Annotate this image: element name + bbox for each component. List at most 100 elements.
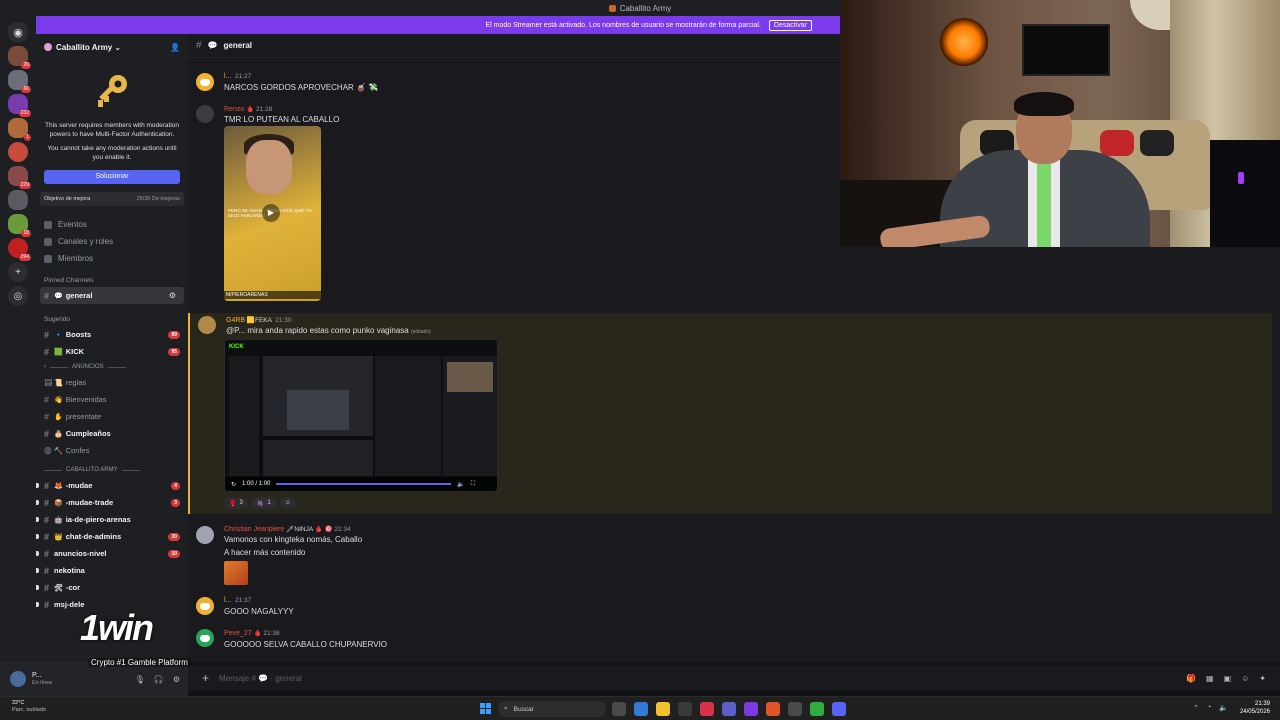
server-icon[interactable]: 232 — [8, 94, 31, 117]
video-progress[interactable] — [276, 483, 452, 485]
author-name[interactable]: l... — [224, 597, 231, 604]
category-label: CABALLITO ARMY — [66, 467, 118, 473]
obs-icon[interactable] — [788, 702, 802, 716]
channel-confes[interactable]: ◍ 🔨 Confes — [36, 442, 188, 459]
channel-boosts[interactable]: # 🔹 Boosts 89 — [36, 326, 188, 343]
task-view-icon[interactable] — [612, 702, 626, 716]
server-icon[interactable] — [8, 190, 28, 210]
server-icon[interactable]: 66 — [8, 70, 31, 93]
taskbar-search[interactable]: ⌕ Buscar — [498, 701, 606, 717]
mention-badge: 26 — [21, 62, 31, 69]
gif-icon[interactable]: ▦ — [1206, 674, 1214, 683]
nav-channels-roles[interactable]: Canales y roles — [44, 233, 180, 250]
channel-presentate[interactable]: # ✋ presentate — [36, 408, 188, 425]
server-icon-active[interactable] — [8, 142, 28, 162]
reaction[interactable]: 🍇 1 — [251, 497, 276, 509]
windows-start-icon[interactable] — [480, 703, 491, 714]
mic-icon[interactable]: 🎙 — [135, 675, 145, 684]
server-icon[interactable]: 294 — [8, 238, 31, 261]
settings-icon[interactable]: ⚙ — [169, 291, 176, 300]
weather-widget[interactable]: 22°C Parc. nublado — [12, 700, 46, 714]
app-icon[interactable] — [744, 702, 758, 716]
pc-tower — [1210, 140, 1280, 247]
add-server-button[interactable]: + — [8, 262, 28, 282]
message-composer[interactable]: + Mensaje # 💬 · general 🎁 ▦ ▣ ☺ ✦ — [188, 666, 1280, 690]
headphones-icon[interactable]: 🎧 — [154, 675, 164, 684]
play-icon[interactable]: ▶ — [262, 204, 280, 222]
message: Christian Jeanpiere 🗡NINJA 🩸 🎯 21:34 Vam… — [188, 523, 1280, 559]
hash-icon: # — [44, 480, 50, 491]
user-name: P... — [32, 672, 42, 679]
clock[interactable]: 21:39 24/05/2026 — [1240, 700, 1270, 716]
chevron-up-icon[interactable]: ⌃ — [1193, 704, 1199, 712]
kick-icon[interactable] — [810, 702, 824, 716]
app-icon[interactable] — [700, 702, 714, 716]
avatar[interactable] — [10, 671, 26, 687]
volume-icon[interactable]: 🔈 — [1219, 704, 1228, 712]
avatar[interactable] — [196, 73, 214, 91]
channel-cumpleanos[interactable]: # 🎂 Cumpleaños — [36, 425, 188, 442]
sticker[interactable] — [224, 561, 248, 585]
file-explorer-icon[interactable] — [656, 702, 670, 716]
avatar[interactable] — [196, 105, 214, 123]
channel-anuncios-nivel[interactable]: # anuncios-nivel 10 — [36, 545, 188, 562]
author-name[interactable]: G4RB — [226, 317, 245, 324]
diamond-icon: 🔹 — [54, 331, 63, 339]
message: Peve_27 🩸 21:38 GOOOOO SELVA CABALLO CHU… — [188, 629, 1280, 653]
channel-nekotina[interactable]: # nekotina — [36, 562, 188, 579]
channel-ia-de-piero-arenas[interactable]: # 🤖 ia-de-piero-arenas — [36, 511, 188, 528]
replay-icon[interactable]: ↻ — [231, 481, 236, 488]
video-embed-screenshot[interactable]: KICK ↻ 1:00 / 1:00 🔈 ⛶ — [224, 339, 498, 492]
channel-chat-de-admins[interactable]: # 👑 chat-de-admins 30 — [36, 528, 188, 545]
disable-streamer-button[interactable]: Desactivar — [768, 19, 812, 31]
fix-mfa-button[interactable]: Solucionar — [44, 170, 180, 184]
channel-name: -mudae-trade — [65, 498, 114, 507]
server-icon[interactable]: 18 — [8, 214, 31, 237]
category-anuncios[interactable]: › ANUNCIOS — [36, 360, 188, 374]
server-icon[interactable]: 26 — [8, 46, 31, 69]
reaction[interactable]: 🥊 3 — [224, 497, 248, 509]
discord-icon[interactable] — [832, 702, 846, 716]
apps-icon[interactable]: ✦ — [1259, 674, 1266, 683]
server-header[interactable]: Caballito Army ⌄ 👤 — [36, 34, 188, 60]
invite-icon[interactable]: 👤 — [170, 43, 180, 52]
volume-icon[interactable]: 🔈 — [457, 481, 464, 488]
nav-events[interactable]: Eventos — [44, 216, 180, 233]
app-icon[interactable] — [678, 702, 692, 716]
channel-general[interactable]: # 💬 general ⚙ — [40, 287, 184, 304]
author-name[interactable]: l... — [224, 73, 231, 80]
channel-kick[interactable]: # 🟩 KICK 95 — [36, 343, 188, 360]
home-button[interactable]: ◉ — [8, 22, 28, 42]
brave-icon[interactable] — [766, 702, 780, 716]
author-name[interactable]: Christian Jeanpiere — [224, 526, 284, 533]
category-caballito[interactable]: CABALLITO ARMY — [36, 463, 188, 477]
fullscreen-icon[interactable]: ⛶ — [471, 481, 475, 488]
sticker-icon[interactable]: ▣ — [1224, 674, 1232, 683]
network-icon[interactable]: ◔ — [1207, 704, 1211, 712]
server-icon[interactable]: 229 — [8, 166, 31, 189]
avatar[interactable] — [196, 526, 214, 544]
emoji-icon[interactable]: ☺ — [1241, 674, 1249, 683]
channel-cor[interactable]: # 🛠 -cor — [36, 579, 188, 596]
explore-button[interactable]: ◎ — [8, 286, 28, 306]
plus-icon[interactable]: + — [202, 671, 209, 685]
server-icon[interactable]: 1 — [8, 118, 31, 141]
streamer-mode-banner: El modo Streamer está activado. Los nomb… — [36, 16, 840, 34]
edge-icon[interactable] — [634, 702, 648, 716]
channel-mudae-trade[interactable]: # 📦 -mudae-trade 3 — [36, 494, 188, 511]
message-meta: Renzo 🩸 21:28 — [224, 106, 273, 113]
boost-goal[interactable]: Objetivo de mejora 25/36 De mejoras — [40, 192, 184, 206]
author-name[interactable]: Renzo — [224, 106, 244, 113]
author-name[interactable]: Peve_27 — [224, 630, 252, 637]
gift-icon[interactable]: 🎁 — [1186, 674, 1196, 683]
nav-members[interactable]: Miembros — [44, 250, 180, 267]
add-reaction-button[interactable]: ☺ — [279, 497, 296, 509]
video-embed[interactable]: PERO SE AMAN... PIERO DICE QUE YO SIGO H… — [224, 126, 321, 301]
teams-icon[interactable] — [722, 702, 736, 716]
channel-bienvenidas[interactable]: # 👋 Bienvenidas — [36, 391, 188, 408]
gear-icon[interactable]: ⚙ — [173, 675, 180, 684]
avatar[interactable] — [198, 316, 216, 334]
channel-reglas[interactable]: ▤ 📜 reglas — [36, 374, 188, 391]
channel-mudae[interactable]: # 🦊 -mudae 4 — [36, 477, 188, 494]
composer-placeholder: Mensaje # 💬 · general — [219, 673, 302, 683]
